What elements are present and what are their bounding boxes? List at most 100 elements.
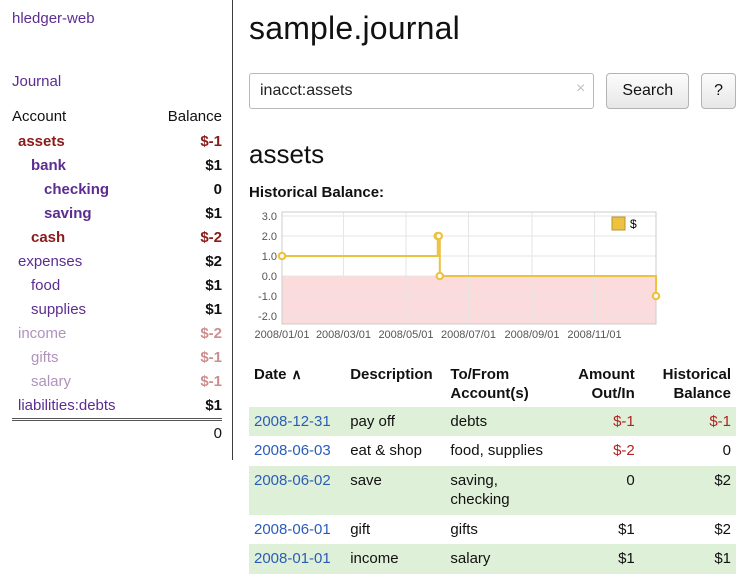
register-row: 2008-12-31pay offdebts$-1$-1 — [249, 407, 736, 437]
transaction-description: save — [345, 466, 445, 515]
transaction-date-cell: 2008-06-02 — [249, 466, 345, 515]
account-link[interactable]: assets — [18, 133, 65, 150]
y-tick-label: 1.0 — [262, 251, 277, 263]
transaction-amount: $1 — [558, 515, 640, 545]
transaction-accounts: salary — [445, 544, 557, 574]
transaction-description: income — [345, 544, 445, 574]
register-header-row: Date ∧ Description To/From Account(s) Amo… — [249, 363, 736, 407]
account-link[interactable]: liabilities:debts — [18, 397, 116, 414]
chart-negative-region — [282, 276, 656, 324]
transaction-amount: $-1 — [558, 407, 640, 437]
accounts-body: assets$-1bank$1checking0saving$1cash$-2e… — [12, 130, 222, 420]
col-amount: Amount Out/In — [558, 363, 640, 407]
transaction-balance: $-1 — [640, 407, 736, 437]
x-tick-label: 2008/01/01 — [254, 329, 309, 341]
x-tick-label: 2008/07/01 — [441, 329, 496, 341]
col-balance-line2: Balance — [673, 385, 731, 402]
col-accounts-line2: Account(s) — [450, 385, 528, 402]
register-row: 2008-06-03 eat & shopfood, supplies$-20 — [249, 436, 736, 466]
x-tick-label: 2008/09/01 — [504, 329, 559, 341]
transaction-date-link[interactable]: 2008-01-01 — [254, 550, 331, 567]
search-button[interactable]: Search — [606, 73, 689, 109]
data-point-marker — [437, 273, 443, 279]
transaction-description: eat & shop — [345, 436, 445, 466]
data-point-marker — [436, 233, 442, 239]
y-tick-label: 0.0 — [262, 271, 277, 283]
data-point-marker — [279, 253, 285, 259]
account-balance: $1 — [150, 298, 222, 322]
transaction-balance: 0 — [640, 436, 736, 466]
account-balance: $1 — [150, 154, 222, 178]
transaction-date-cell: 2008-06-03 — [249, 436, 345, 466]
account-link[interactable]: checking — [44, 181, 109, 198]
account-row: income $-2 — [12, 322, 222, 346]
transaction-accounts: saving, checking — [445, 466, 557, 515]
legend-swatch — [612, 217, 625, 230]
account-link[interactable]: salary — [31, 373, 71, 390]
account-row: bank $1 — [12, 154, 222, 178]
account-balance: $-1 — [150, 130, 222, 154]
account-link[interactable]: supplies — [31, 301, 86, 318]
account-balance: $1 — [150, 202, 222, 226]
accounts-header-balance: Balance — [150, 106, 222, 130]
x-tick-label: 2008/05/01 — [378, 329, 433, 341]
transaction-date-link[interactable]: 2008-06-02 — [254, 472, 331, 489]
account-balance: $-2 — [150, 322, 222, 346]
brand-link[interactable]: hledger-web — [12, 10, 95, 27]
account-row: gifts$-1 — [12, 346, 222, 370]
sidebar-item-journal[interactable]: Journal — [12, 73, 61, 90]
accounts-total: 0 — [150, 420, 222, 447]
page-title: sample.journal — [249, 10, 736, 47]
account-row: saving $1 — [12, 202, 222, 226]
transaction-date-link[interactable]: 2008-06-01 — [254, 521, 331, 538]
register-row: 2008-01-01incomesalary$1$1 — [249, 544, 736, 574]
register-body: 2008-12-31pay offdebts$-1$-1 2008-06-03 ea… — [249, 407, 736, 574]
transaction-accounts: food, supplies — [445, 436, 557, 466]
sort-asc-icon: ∧ — [292, 366, 302, 382]
col-date[interactable]: Date ∧ — [249, 363, 345, 407]
account-link[interactable]: income — [18, 325, 66, 342]
account-row: expenses$2 — [12, 250, 222, 274]
transaction-accounts: gifts — [445, 515, 557, 545]
col-accounts: To/From Account(s) — [445, 363, 557, 407]
account-link[interactable]: expenses — [18, 253, 82, 270]
x-tick-label: 2008/03/01 — [316, 329, 371, 341]
account-link[interactable]: food — [31, 277, 60, 294]
account-link[interactable]: bank — [31, 157, 66, 174]
account-row: liabilities:debts $1 — [12, 394, 222, 420]
col-date-label: Date — [254, 366, 287, 383]
account-row: checking0 — [12, 178, 222, 202]
transaction-amount: $1 — [558, 544, 640, 574]
help-button[interactable]: ? — [701, 73, 736, 109]
transaction-date-link[interactable]: 2008-06-03 — [254, 442, 331, 459]
y-tick-label: 2.0 — [262, 231, 277, 243]
accounts-total-row: 0 — [12, 420, 222, 447]
col-balance: Historical Balance — [640, 363, 736, 407]
y-tick-label: -1.0 — [258, 291, 277, 303]
transaction-date-link[interactable]: 2008-12-31 — [254, 413, 331, 430]
chart-title: Historical Balance: — [249, 184, 736, 201]
clear-search-icon[interactable]: × — [576, 81, 585, 97]
legend-label: $ — [630, 217, 637, 231]
transaction-date-cell: 2008-01-01 — [249, 544, 345, 574]
account-balance: $1 — [150, 274, 222, 298]
account-row: assets $-1 — [12, 130, 222, 154]
search-wrap: × — [249, 73, 594, 109]
transaction-balance: $2 — [640, 466, 736, 515]
account-row: food $1 — [12, 274, 222, 298]
register-row: 2008-06-02 savesaving, checking0$2 — [249, 466, 736, 515]
transaction-balance: $1 — [640, 544, 736, 574]
account-link[interactable]: cash — [31, 229, 65, 246]
main: sample.journal × Search ? assets Histori… — [233, 0, 742, 584]
accounts-header-account: Account — [12, 106, 150, 130]
account-row: salary$-1 — [12, 370, 222, 394]
col-balance-line1: Historical — [663, 366, 731, 383]
col-description: Description — [345, 363, 445, 407]
account-balance: $1 — [150, 394, 222, 420]
search-input[interactable] — [249, 73, 594, 109]
account-link[interactable]: gifts — [31, 349, 59, 366]
x-tick-label: 2008/11/01 — [567, 329, 621, 341]
transaction-amount: 0 — [558, 466, 640, 515]
transaction-amount: $-2 — [558, 436, 640, 466]
account-link[interactable]: saving — [44, 205, 92, 222]
